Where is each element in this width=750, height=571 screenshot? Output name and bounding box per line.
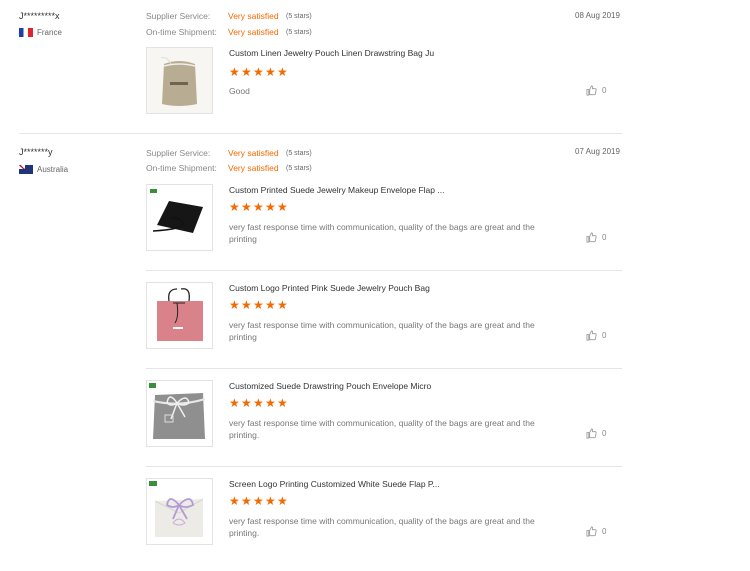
thumbs-up-icon xyxy=(586,526,597,537)
supplier-service-label: Supplier Service: xyxy=(146,11,211,21)
star-icon: ★ xyxy=(265,65,276,79)
star-icon: ★ xyxy=(265,494,276,508)
supplier-service-stars: (5 stars) xyxy=(286,12,312,20)
like-count: 0 xyxy=(602,86,607,95)
product-divider xyxy=(146,368,622,369)
product-thumbnail[interactable] xyxy=(146,184,213,251)
star-icon: ★ xyxy=(241,396,252,410)
buyer-country: France xyxy=(19,28,62,37)
star-icon: ★ xyxy=(229,65,240,79)
star-icon: ★ xyxy=(265,298,276,312)
star-icon: ★ xyxy=(241,494,252,508)
product-title[interactable]: Custom Printed Suede Jewelry Makeup Enve… xyxy=(229,185,444,195)
like-button[interactable]: 0 xyxy=(586,85,606,96)
supplier-service-rating: Supplier Service: Very satisfied (5 star… xyxy=(146,11,312,21)
product-item: Custom Linen Jewelry Pouch Linen Drawstr… xyxy=(146,47,622,117)
star-icon: ★ xyxy=(229,200,240,214)
star-icon: ★ xyxy=(253,396,264,410)
review-comment: very fast response time with communicati… xyxy=(229,320,535,342)
supplier-service-label: Supplier Service: xyxy=(146,148,211,158)
supplier-service-stars: (5 stars) xyxy=(286,149,312,157)
buyer-country: Australia xyxy=(19,165,68,174)
product-title[interactable]: Screen Logo Printing Customized White Su… xyxy=(229,479,440,489)
review-comment: very fast response time with communicati… xyxy=(229,418,535,440)
product-divider xyxy=(146,466,622,467)
review-comment: very fast response time with communicati… xyxy=(229,222,535,244)
review-comment: Good xyxy=(229,86,250,96)
review-comment: very fast response time with communicati… xyxy=(229,516,535,538)
thumbs-up-icon xyxy=(586,428,597,439)
product-rating-stars: ★ ★ ★ ★ ★ xyxy=(229,494,288,508)
like-button[interactable]: 0 xyxy=(586,330,606,341)
like-count: 0 xyxy=(602,331,607,340)
product-rating-stars: ★ ★ ★ ★ ★ xyxy=(229,298,288,312)
star-icon: ★ xyxy=(229,494,240,508)
like-button[interactable]: 0 xyxy=(586,232,606,243)
like-count: 0 xyxy=(602,527,607,536)
shipment-rating: On-time Shipment: Very satisfied (5 star… xyxy=(146,27,312,37)
star-icon: ★ xyxy=(277,65,288,79)
star-icon: ★ xyxy=(253,200,264,214)
star-icon: ★ xyxy=(253,494,264,508)
product-rating-stars: ★ ★ ★ ★ ★ xyxy=(229,396,288,410)
star-icon: ★ xyxy=(241,298,252,312)
buyer-name: J*********x xyxy=(19,11,60,21)
star-icon: ★ xyxy=(253,65,264,79)
supplier-service-value: Very satisfied xyxy=(228,11,279,21)
like-count: 0 xyxy=(602,429,607,438)
like-button[interactable]: 0 xyxy=(586,526,606,537)
product-title[interactable]: Custom Linen Jewelry Pouch Linen Drawstr… xyxy=(229,48,434,58)
product-item: Custom Printed Suede Jewelry Makeup Enve… xyxy=(146,184,622,264)
shipment-value: Very satisfied xyxy=(228,163,279,173)
star-icon: ★ xyxy=(265,200,276,214)
buyer-name: J*******y xyxy=(19,147,53,157)
product-thumbnail[interactable] xyxy=(146,47,213,114)
star-icon: ★ xyxy=(277,494,288,508)
review-date: 08 Aug 2019 xyxy=(575,11,620,20)
like-count: 0 xyxy=(602,233,607,242)
product-divider xyxy=(146,270,622,271)
star-icon: ★ xyxy=(277,298,288,312)
star-icon: ★ xyxy=(229,298,240,312)
thumbs-up-icon xyxy=(586,85,597,96)
supplier-service-rating: Supplier Service: Very satisfied (5 star… xyxy=(146,148,312,158)
shipment-label: On-time Shipment: xyxy=(146,27,217,37)
star-icon: ★ xyxy=(229,396,240,410)
product-title[interactable]: Custom Logo Printed Pink Suede Jewelry P… xyxy=(229,283,430,293)
product-rating-stars: ★ ★ ★ ★ ★ xyxy=(229,65,288,79)
shipment-stars: (5 stars) xyxy=(286,28,312,36)
star-icon: ★ xyxy=(241,65,252,79)
star-icon: ★ xyxy=(253,298,264,312)
review-date: 07 Aug 2019 xyxy=(575,147,620,156)
star-icon: ★ xyxy=(265,396,276,410)
shipment-stars: (5 stars) xyxy=(286,164,312,172)
like-button[interactable]: 0 xyxy=(586,428,606,439)
shipment-label: On-time Shipment: xyxy=(146,163,217,173)
thumbs-up-icon xyxy=(586,330,597,341)
shipment-rating: On-time Shipment: Very satisfied (5 star… xyxy=(146,163,312,173)
star-icon: ★ xyxy=(241,200,252,214)
supplier-service-value: Very satisfied xyxy=(228,148,279,158)
review-divider xyxy=(19,133,622,134)
product-rating-stars: ★ ★ ★ ★ ★ xyxy=(229,200,288,214)
country-label: Australia xyxy=(37,165,69,174)
product-title[interactable]: Customized Suede Drawstring Pouch Envelo… xyxy=(229,381,431,391)
star-icon: ★ xyxy=(277,200,288,214)
country-label: France xyxy=(37,28,62,37)
thumbs-up-icon xyxy=(586,232,597,243)
australia-flag-icon xyxy=(19,165,33,174)
star-icon: ★ xyxy=(277,396,288,410)
france-flag-icon xyxy=(19,28,33,37)
product-item: Custom Logo Printed Pink Suede Jewelry P… xyxy=(146,282,622,362)
shipment-value: Very satisfied xyxy=(228,27,279,37)
product-item: Screen Logo Printing Customized White Su… xyxy=(146,478,622,558)
product-item: Customized Suede Drawstring Pouch Envelo… xyxy=(146,380,622,460)
product-thumbnail[interactable] xyxy=(146,380,213,447)
product-thumbnail[interactable] xyxy=(146,478,213,545)
product-thumbnail[interactable] xyxy=(146,282,213,349)
